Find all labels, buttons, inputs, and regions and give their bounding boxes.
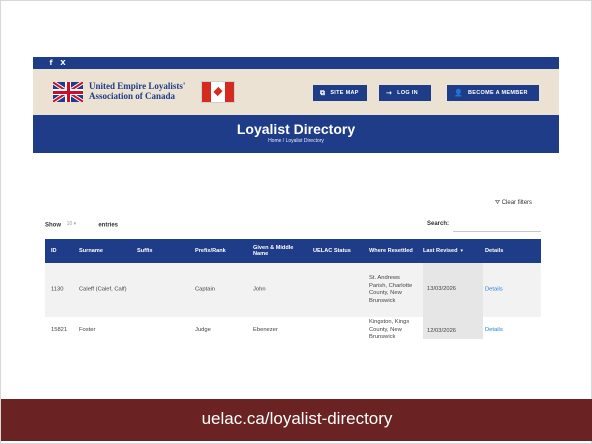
cell-prefix: Judge <box>195 327 211 333</box>
add-user-icon: 👤 <box>454 89 464 97</box>
clear-filters-button[interactable]: ⛛ Clear filters <box>495 199 532 207</box>
column-header-last-revised[interactable]: Last Revised ▾ <box>423 239 483 263</box>
loyalist-table: ID Surname Suffix Prefix/Rank Given & Mi… <box>45 239 541 339</box>
show-label: Show <box>45 222 61 229</box>
entries-label: entries <box>98 222 119 229</box>
search-label: Search: <box>427 221 450 227</box>
column-header-given-name[interactable]: Given & Middle Name <box>253 239 305 263</box>
entries-select-value: 10 <box>66 221 73 227</box>
footer-band: uelac.ca/loyalist-directory <box>1 399 592 441</box>
column-header-surname[interactable]: Surname <box>79 239 103 263</box>
cell-where-resettled: Kingston, Kings County, New Brunswick <box>369 319 410 339</box>
site-map-label: SITE MAP <box>330 90 359 96</box>
become-member-button[interactable]: 👤 BECOME A MEMBER <box>447 85 539 101</box>
logo-line-2: Association of Canada <box>89 91 176 101</box>
slide-frame: f X United Empire Loyalists' Association… <box>0 0 592 444</box>
cell-surname: Caleff (Calef, Calf) <box>79 286 127 293</box>
table-row: 15821 Foster Judge Ebenezer Kingston, Ki… <box>45 317 541 339</box>
cell-last-revised: 12/03/2026 <box>423 317 483 339</box>
cell-prefix: Captain <box>195 286 215 293</box>
footer-url: uelac.ca/loyalist-directory <box>201 409 393 428</box>
column-header-uelac-status[interactable]: UELAC Status <box>313 239 351 263</box>
filter-icon: ⛛ <box>495 199 501 206</box>
search-input[interactable] <box>453 225 541 232</box>
facebook-icon[interactable]: f <box>47 59 55 67</box>
clear-filters-label: Clear filters <box>501 200 533 206</box>
table-header: ID Surname Suffix Prefix/Rank Given & Mi… <box>45 239 541 263</box>
details-link[interactable]: Details <box>485 286 503 294</box>
x-icon[interactable]: X <box>59 59 67 67</box>
cell-given-name: John <box>253 286 266 293</box>
cell-surname: Foster <box>79 327 96 333</box>
column-header-suffix[interactable]: Suffix <box>137 239 153 263</box>
table-row: 1130 Caleff (Calef, Calf) Captain John S… <box>45 263 541 317</box>
sitemap-icon: ⧉ <box>320 88 326 97</box>
social-bar: f X <box>33 57 559 69</box>
breadcrumb[interactable]: Home / Loyalist Directory <box>33 138 559 144</box>
column-header-id[interactable]: ID <box>51 239 57 263</box>
become-member-label: BECOME A MEMBER <box>468 90 528 96</box>
logo-text: United Empire Loyalists' Association of … <box>89 81 185 101</box>
show-entries-control: Show 10 ▾ entries <box>45 221 118 229</box>
log-in-label: LOG IN <box>397 90 418 96</box>
sort-down-icon: ▾ <box>460 247 464 254</box>
cell-id: 15821 <box>51 327 68 333</box>
uelac-logo[interactable]: United Empire Loyalists' Association of … <box>53 81 263 103</box>
column-header-details[interactable]: Details <box>485 239 503 263</box>
log-in-button[interactable]: → LOG IN <box>379 85 431 101</box>
cell-where-resettled: St. Andrews Parish, Charlotte County, Ne… <box>369 275 413 304</box>
column-header-prefix[interactable]: Prefix/Rank <box>195 239 226 263</box>
site-map-button[interactable]: ⧉ SITE MAP <box>313 85 367 101</box>
cell-given-name: Ebenezer <box>253 327 278 333</box>
cell-id: 1130 <box>51 286 64 293</box>
login-arrow-icon: → <box>386 89 393 97</box>
logo-line-1: United Empire Loyalists' <box>89 81 186 91</box>
union-jack-flag-icon <box>53 82 83 102</box>
entries-select[interactable]: 10 ▾ <box>67 221 93 229</box>
page-title-band: Loyalist Directory Home / Loyalist Direc… <box>33 115 559 153</box>
cell-last-revised: 13/03/2026 <box>423 263 483 317</box>
column-header-where-resettled[interactable]: Where Resettled <box>369 239 413 263</box>
last-revised-label: Last Revised <box>423 247 458 254</box>
details-link[interactable]: Details <box>485 327 503 335</box>
site-header: United Empire Loyalists' Association of … <box>33 69 559 115</box>
canada-flag-icon <box>201 81 235 103</box>
page-title: Loyalist Directory <box>236 121 356 137</box>
chevron-down-icon: ▾ <box>73 221 77 227</box>
